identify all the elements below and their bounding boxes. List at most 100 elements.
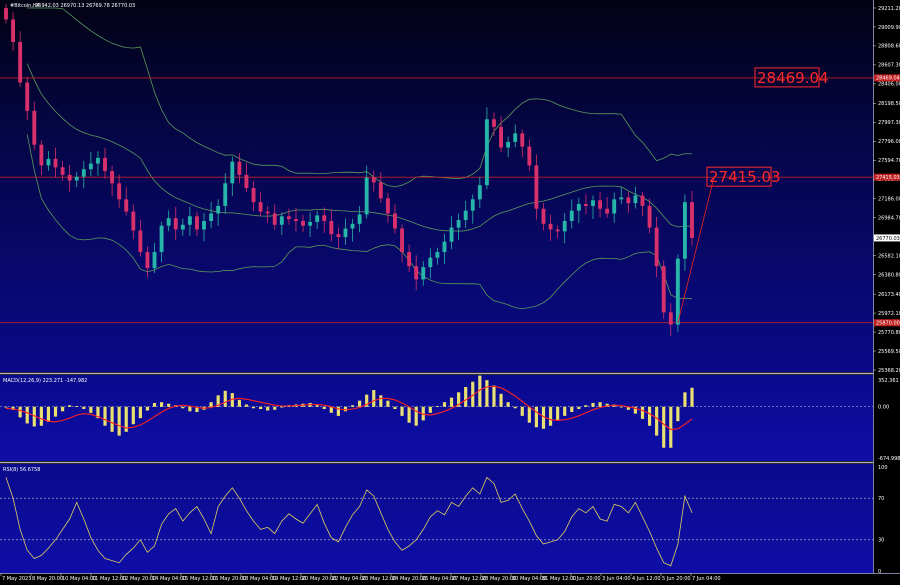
macd-tick-label: 352.361 [878,378,899,384]
time-tick-label: 3 Jun 04:00 [602,576,631,582]
macd-histogram-bar [563,406,567,416]
macd-histogram-bar [350,405,355,407]
candle-body [343,228,348,238]
candle-body [527,146,532,166]
macd-histogram-bar [598,402,602,407]
candle-body [209,213,214,221]
macd-histogram-bar [138,406,142,419]
macd-histogram-bar [506,402,510,407]
candle-body [131,211,136,231]
macd-histogram-bar [428,406,432,413]
rsi-tick-label: 30 [878,538,884,544]
macd-histogram-bar [223,390,227,407]
time-tick-label: 5 Jun 20:00 [662,576,691,582]
candle-body [237,161,242,175]
candle-body [95,157,100,164]
macd-histogram-bar [273,406,277,410]
macd-histogram-bar [188,406,192,412]
macd-histogram-bar [39,406,43,426]
candle-body [60,167,65,175]
macd-histogram-bar [322,406,326,410]
candle-body [216,205,221,214]
price-tick-label: 26984.70 [878,216,900,222]
macd-tick-label: -674.998 [878,456,900,462]
macd-histogram-bar [513,406,517,409]
price-tick-label: 28607.30 [878,63,900,69]
candle-body [499,126,503,148]
candle-body [67,174,72,181]
candle-body [18,42,23,83]
macd-histogram-bar [152,402,157,407]
candle-body [187,216,192,225]
chart-window: 28469.04 27415.03 29211.20 29009.90 28808.6… [0,0,900,585]
macd-histogram-bar [499,393,503,407]
macd-histogram-bar [442,402,447,407]
macd-histogram-bar [655,406,659,436]
candle-body [74,176,79,181]
candle-body [110,171,115,184]
candle-body [117,183,122,200]
macd-histogram-bar [209,402,213,407]
candle-body [11,19,16,43]
candle-body [166,218,171,226]
macd-histogram-bar [159,402,164,407]
candle-body [612,199,617,214]
price-tick-label: 26380.80 [878,272,900,278]
macd-histogram-bar [251,406,256,409]
candle-body [145,252,150,269]
candle-body [180,224,185,230]
macd-title: MACD(12,26,9) 223.271 -147.982 [3,378,87,384]
macd-histogram-bar [4,406,8,408]
candle-body [378,182,383,199]
candle-body [668,312,673,325]
candle-body [251,188,256,203]
price-tick-label: 25770.80 [878,330,900,336]
candle-body [393,213,397,229]
candle-body [506,141,511,148]
candle-body [576,204,581,211]
macd-histogram-bar [400,406,404,416]
macd-histogram-bar [259,406,263,410]
macd-histogram-bar [548,406,553,426]
macd-histogram-bar [131,406,135,425]
candle-body [449,227,454,242]
macd-pane [0,375,873,461]
candle-body [477,185,482,200]
price-tick-label: 26582.10 [878,253,900,259]
candle-body [647,205,652,228]
candle-body [407,252,412,267]
candle-body [202,220,206,230]
macd-histogram-bar [669,406,673,448]
macd-histogram-bar [683,392,687,407]
macd-histogram-bar [541,406,546,429]
level-price-tag-label: 27415.03 [876,175,900,181]
candle-body [385,198,390,214]
macd-histogram-bar [690,387,694,407]
macd-histogram-bar [520,406,524,416]
macd-histogram-bar [145,406,150,411]
candle-body [492,119,496,127]
candle-body [534,165,539,209]
time-tick-label: 4 Jun 12:00 [632,576,661,582]
candle-body [364,177,369,215]
macd-histogram-bar [315,405,319,407]
macd-histogram-bar [435,405,439,407]
candle-body [414,266,419,280]
rsi-tick-label: 0 [878,569,881,575]
candle-body [39,144,44,166]
rsi-tick-label: 70 [878,496,884,502]
price-tick-label: 27796.00 [878,139,900,145]
candle-body [690,202,694,238]
candle-body [442,241,447,253]
macd-histogram-bar [372,390,376,407]
candle-body [81,169,86,177]
level-price-tag-label: 25870.00 [876,321,900,327]
macd-histogram-bar [68,405,72,407]
candle-body [4,8,8,20]
level-label: 27415.03 [709,168,781,186]
candle-body [173,218,178,230]
candle-body [484,119,489,186]
macd-histogram-bar [103,406,107,426]
price-tick-label: 25569.50 [878,349,900,355]
candle-body [569,210,574,221]
